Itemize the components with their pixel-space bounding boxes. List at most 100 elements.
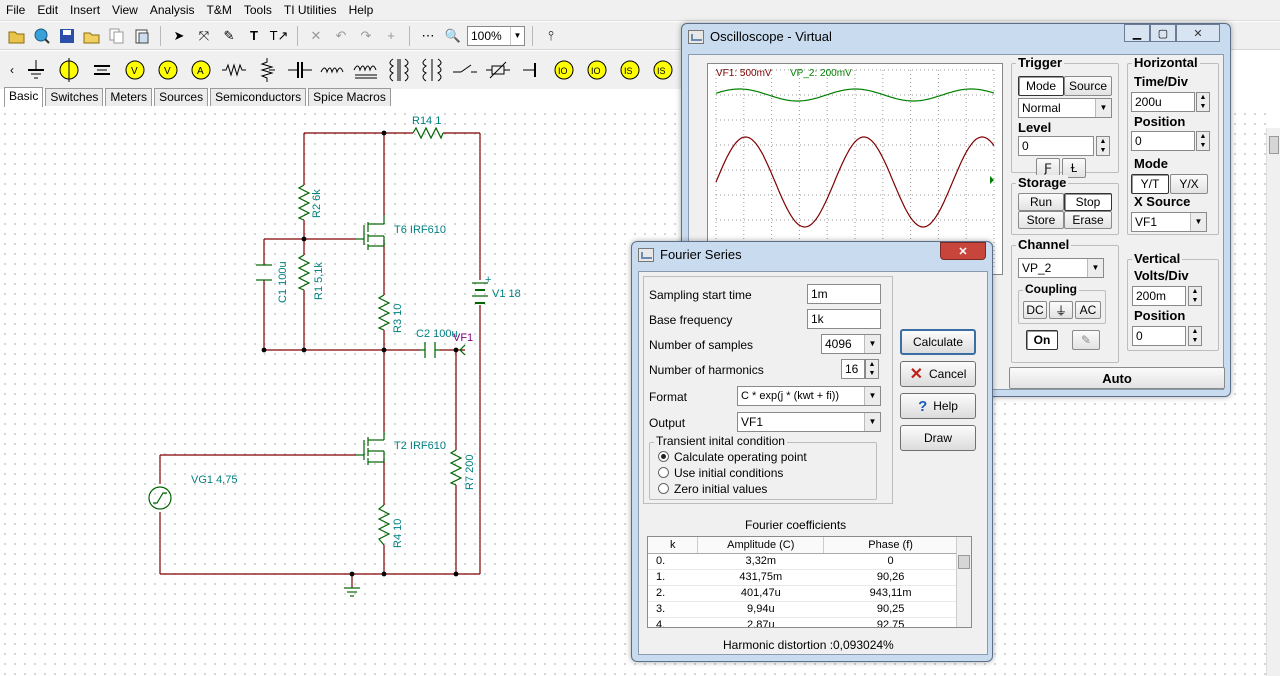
- text-icon[interactable]: T: [243, 25, 265, 47]
- tab-sources[interactable]: Sources: [154, 88, 209, 106]
- output-select[interactable]: VF1 ▼: [737, 412, 881, 432]
- switch-icon[interactable]: [450, 54, 480, 86]
- copy-icon[interactable]: [106, 25, 128, 47]
- draw-button[interactable]: Draw: [900, 425, 976, 451]
- tab-basic[interactable]: Basic: [4, 87, 44, 107]
- terminal-icon[interactable]: [516, 54, 546, 86]
- erase-button[interactable]: Erase: [1064, 211, 1112, 229]
- menu-help[interactable]: Help: [343, 0, 380, 21]
- varistor-icon[interactable]: [483, 54, 513, 86]
- tab-meters[interactable]: Meters: [105, 88, 153, 106]
- menu-tm[interactable]: T&M: [201, 0, 238, 21]
- auto-button[interactable]: Auto: [1009, 367, 1225, 389]
- ground-coupling-button[interactable]: ⏚: [1049, 301, 1073, 319]
- trigger-mode-button[interactable]: Mode: [1018, 76, 1064, 96]
- input-source-icon[interactable]: IS: [615, 54, 645, 86]
- trigger-mode-select[interactable]: Normal ▼: [1018, 98, 1112, 118]
- potentiometer-icon[interactable]: [252, 54, 282, 86]
- scroll-thumb[interactable]: [958, 555, 970, 569]
- vertical-position-spinner[interactable]: ▲ ▼: [1188, 326, 1202, 346]
- menu-view[interactable]: View: [106, 0, 144, 21]
- option-calc-op-point[interactable]: Calculate operating point: [658, 450, 807, 464]
- input-source2-icon[interactable]: IS: [648, 54, 678, 86]
- transformer2-icon[interactable]: [417, 54, 447, 86]
- horizontal-position-spinner[interactable]: ▲ ▼: [1196, 131, 1210, 151]
- close-button[interactable]: ✕: [1176, 24, 1220, 42]
- channel-select[interactable]: VP_2 ▼: [1018, 258, 1104, 278]
- menu-edit[interactable]: Edit: [31, 0, 64, 21]
- table-row[interactable]: 4. 2,87u 92,75: [648, 617, 958, 627]
- cancel-button[interactable]: ✕ Cancel: [900, 361, 976, 387]
- base-frequency-input[interactable]: 1k: [807, 309, 881, 329]
- capacitor-icon[interactable]: [285, 54, 315, 86]
- num-harmonics-spinner[interactable]: ▲ ▼: [865, 359, 879, 379]
- transformer-icon[interactable]: [384, 54, 414, 86]
- xsource-select[interactable]: VF1 ▼: [1131, 212, 1207, 232]
- menu-tools[interactable]: Tools: [238, 0, 278, 21]
- stop-button[interactable]: Stop: [1064, 193, 1112, 211]
- level-input[interactable]: 0: [1018, 136, 1094, 156]
- voltmeter-icon[interactable]: V: [120, 54, 150, 86]
- dc-coupling-button[interactable]: DC: [1023, 301, 1047, 319]
- pencil-icon[interactable]: ✎: [218, 25, 240, 47]
- table-row[interactable]: 2. 401,47u 943,11m: [648, 585, 958, 602]
- close-button[interactable]: ✕: [940, 242, 986, 260]
- open-icon[interactable]: [81, 25, 103, 47]
- horizontal-position-input[interactable]: 0: [1131, 131, 1195, 151]
- table-row[interactable]: 1. 431,75m 90,26: [648, 569, 958, 586]
- pen-color-button[interactable]: ✎: [1072, 330, 1100, 350]
- scroll-thumb[interactable]: [1269, 136, 1279, 154]
- grid-icon[interactable]: ⋯: [417, 25, 439, 47]
- trigger-source-button[interactable]: Source: [1064, 76, 1112, 96]
- probe-icon[interactable]: ⫯: [540, 25, 562, 47]
- menu-ti-utilities[interactable]: TI Utilities: [278, 0, 343, 21]
- table-row[interactable]: 3. 9,94u 90,25: [648, 601, 958, 618]
- menu-insert[interactable]: Insert: [64, 0, 106, 21]
- yt-mode-button[interactable]: Y/T: [1131, 174, 1169, 194]
- maximize-button[interactable]: ▢: [1150, 24, 1176, 42]
- inductor-icon[interactable]: [318, 54, 348, 86]
- sampling-start-input[interactable]: 1m: [807, 284, 881, 304]
- wire-icon[interactable]: ⤧: [193, 25, 215, 47]
- ground-icon[interactable]: [21, 54, 51, 86]
- menu-analysis[interactable]: Analysis: [144, 0, 201, 21]
- menu-file[interactable]: File: [0, 0, 31, 21]
- text-edit-icon[interactable]: T↗: [268, 25, 290, 47]
- vertical-position-input[interactable]: 0: [1132, 326, 1186, 346]
- lamp-icon[interactable]: [54, 54, 84, 86]
- voltage-probe-icon[interactable]: V: [153, 54, 183, 86]
- tab-semiconductors[interactable]: Semiconductors: [210, 88, 307, 106]
- battery-icon[interactable]: [87, 54, 117, 86]
- voltsdiv-spinner[interactable]: ▲ ▼: [1188, 286, 1202, 306]
- ac-coupling-button[interactable]: AC: [1075, 301, 1101, 319]
- paste-icon[interactable]: [131, 25, 153, 47]
- num-harmonics-input[interactable]: 16: [841, 359, 865, 379]
- table-scrollbar[interactable]: [956, 537, 971, 627]
- resistor-icon[interactable]: [219, 54, 249, 86]
- minimize-button[interactable]: ▁: [1124, 24, 1150, 42]
- delete-icon[interactable]: ✕: [305, 25, 327, 47]
- num-samples-select[interactable]: 4096 ▼: [821, 334, 881, 354]
- format-select[interactable]: C * exp(j * (kwt + fi)) ▼: [737, 386, 881, 406]
- undo-icon[interactable]: ↶: [330, 25, 352, 47]
- channel-on-button[interactable]: On: [1026, 330, 1058, 350]
- coefficients-table[interactable]: k Amplitude (C) Phase (f) 0. 3,32m 0 1. 431…: [647, 536, 972, 628]
- current-source2-icon[interactable]: IO: [582, 54, 612, 86]
- timediv-spinner[interactable]: ▲ ▼: [1196, 92, 1210, 112]
- redo-icon[interactable]: ↷: [355, 25, 377, 47]
- current-source-icon[interactable]: IO: [549, 54, 579, 86]
- pointer-icon[interactable]: ➤: [168, 25, 190, 47]
- zoom-icon[interactable]: 🔍: [442, 25, 464, 47]
- voltsdiv-input[interactable]: 200m: [1132, 286, 1186, 306]
- level-spinner[interactable]: ▲ ▼: [1096, 136, 1110, 156]
- yx-mode-button[interactable]: Y/X: [1170, 174, 1208, 194]
- zoom-select[interactable]: 100% ▼: [467, 25, 525, 46]
- core-inductor-icon[interactable]: [351, 54, 381, 86]
- junction-icon[interactable]: +: [380, 25, 402, 47]
- open-folder-icon[interactable]: [6, 25, 28, 47]
- run-button[interactable]: Run: [1018, 193, 1064, 211]
- vertical-scrollbar[interactable]: [1266, 128, 1280, 676]
- save-icon[interactable]: [56, 25, 78, 47]
- option-initial-conditions[interactable]: Use initial conditions: [658, 466, 783, 480]
- tab-switches[interactable]: Switches: [45, 88, 104, 106]
